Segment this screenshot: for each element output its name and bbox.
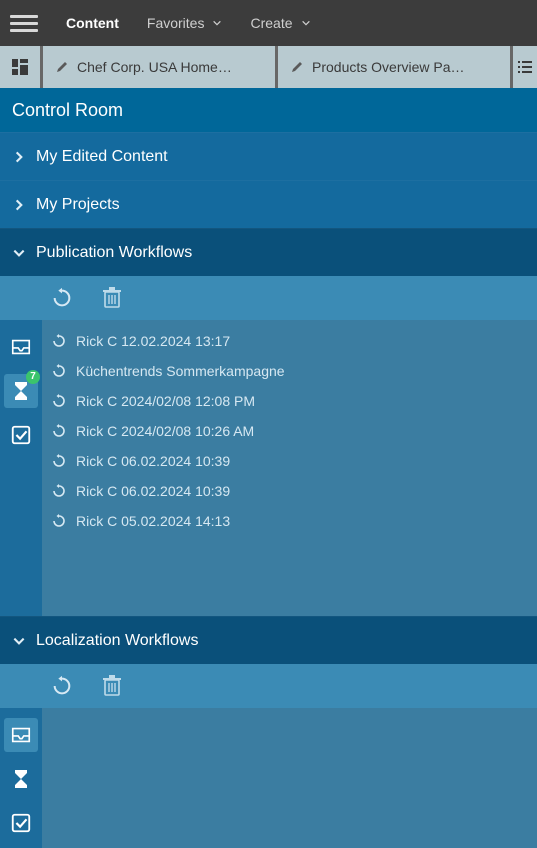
localization-items [42, 708, 537, 848]
cycle-icon [52, 334, 66, 348]
refresh-icon [51, 675, 73, 697]
item-label: Rick C 2024/02/08 10:26 AM [76, 423, 254, 439]
tab-label: Products Overview Pa… [312, 59, 465, 75]
panel-title: Control Room [0, 88, 537, 132]
cycle-icon [52, 394, 66, 408]
cycle-icon [52, 364, 66, 378]
top-menubar: Content Favorites Create [0, 0, 537, 46]
chevron-down-icon [12, 634, 26, 648]
section-publication-workflows[interactable]: Publication Workflows [0, 228, 537, 276]
chevron-right-icon [12, 198, 26, 212]
item-label: Rick C 2024/02/08 12:08 PM [76, 393, 255, 409]
hourglass-icon [12, 380, 30, 402]
menu-content-label: Content [66, 15, 119, 31]
item-label: Rick C 12.02.2024 13:17 [76, 333, 230, 349]
menu-favorites[interactable]: Favorites [147, 15, 223, 31]
cycle-icon [52, 514, 66, 528]
hamburger-icon[interactable] [10, 9, 38, 37]
menu-content[interactable]: Content [66, 15, 119, 31]
tab-label: Chef Corp. USA Home… [77, 59, 232, 75]
tab-dashboard[interactable] [0, 46, 40, 88]
tab-document-2[interactable]: Products Overview Pa… [278, 46, 510, 88]
tab-list[interactable] [513, 46, 537, 88]
section-label: My Edited Content [36, 148, 168, 166]
section-label: Publication Workflows [36, 244, 192, 262]
pencil-icon [55, 60, 69, 74]
section-my-edited-content[interactable]: My Edited Content [0, 132, 537, 180]
item-label: Küchentrends Sommerkampagne [76, 363, 285, 379]
refresh-icon [51, 287, 73, 309]
workflow-item[interactable]: Rick C 05.02.2024 14:13 [42, 506, 537, 536]
cycle-icon [52, 454, 66, 468]
localization-toolbar [0, 664, 537, 708]
workflow-item[interactable]: Küchentrends Sommerkampagne [42, 356, 537, 386]
list-icon [517, 59, 533, 75]
workflow-item[interactable]: Rick C 06.02.2024 10:39 [42, 476, 537, 506]
section-my-projects[interactable]: My Projects [0, 180, 537, 228]
section-localization-workflows[interactable]: Localization Workflows [0, 616, 537, 664]
tab-strip: Chef Corp. USA Home… Products Overview P… [0, 46, 537, 88]
localization-leftrail [0, 708, 42, 848]
chevron-down-icon [12, 246, 26, 260]
localization-body [0, 708, 537, 848]
rail-done[interactable] [4, 418, 38, 452]
badge-count: 7 [30, 372, 36, 382]
menu-favorites-label: Favorites [147, 15, 205, 31]
panel-title-text: Control Room [12, 100, 123, 121]
chevron-right-icon [12, 150, 26, 164]
workflow-item[interactable]: Rick C 06.02.2024 10:39 [42, 446, 537, 476]
section-label: Localization Workflows [36, 632, 198, 650]
item-label: Rick C 06.02.2024 10:39 [76, 453, 230, 469]
item-label: Rick C 05.02.2024 14:13 [76, 513, 230, 529]
rail-done[interactable] [4, 806, 38, 840]
pending-badge: 7 [26, 370, 40, 384]
section-label: My Projects [36, 196, 120, 214]
publication-body: 7 Rick C 12.02.2024 13:17 Küchentrends S… [0, 320, 537, 616]
pencil-icon [290, 60, 304, 74]
cycle-icon [52, 484, 66, 498]
workflow-item[interactable]: Rick C 12.02.2024 13:17 [42, 326, 537, 356]
inbox-icon [10, 337, 32, 357]
rail-inbox[interactable] [4, 718, 38, 752]
rail-pending[interactable] [4, 762, 38, 796]
publication-leftrail: 7 [0, 320, 42, 616]
refresh-button[interactable] [50, 286, 74, 310]
dashboard-icon [11, 58, 29, 76]
inbox-icon [10, 725, 32, 745]
menu-create-label: Create [250, 15, 292, 31]
chevron-down-icon [301, 18, 311, 28]
rail-pending[interactable]: 7 [4, 374, 38, 408]
delete-button[interactable] [100, 286, 124, 310]
refresh-button[interactable] [50, 674, 74, 698]
check-box-icon [10, 812, 32, 834]
publication-items: Rick C 12.02.2024 13:17 Küchentrends Som… [42, 320, 537, 616]
delete-button[interactable] [100, 674, 124, 698]
rail-inbox[interactable] [4, 330, 38, 364]
chevron-down-icon [212, 18, 222, 28]
publication-toolbar [0, 276, 537, 320]
cycle-icon [52, 424, 66, 438]
menu-create[interactable]: Create [250, 15, 310, 31]
trash-icon [102, 287, 122, 309]
check-box-icon [10, 424, 32, 446]
workflow-item[interactable]: Rick C 2024/02/08 10:26 AM [42, 416, 537, 446]
hourglass-icon [12, 768, 30, 790]
tab-document-1[interactable]: Chef Corp. USA Home… [43, 46, 275, 88]
item-label: Rick C 06.02.2024 10:39 [76, 483, 230, 499]
trash-icon [102, 675, 122, 697]
workflow-item[interactable]: Rick C 2024/02/08 12:08 PM [42, 386, 537, 416]
